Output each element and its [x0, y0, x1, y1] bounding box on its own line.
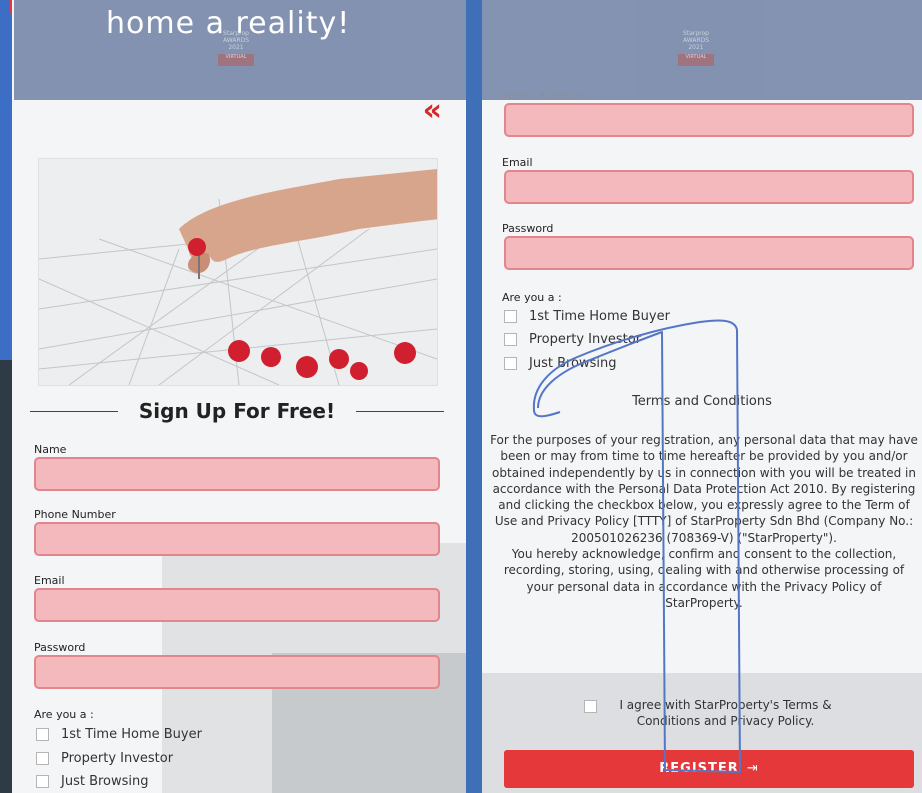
- phone-field[interactable]: [504, 103, 914, 137]
- password-field[interactable]: [34, 655, 440, 689]
- option-label: Property Investor: [529, 332, 642, 347]
- are-you-label: Are you a :: [34, 708, 94, 721]
- signup-panel-right: Starprop AWARDS 2021 VIRTUAL Phone Numbe…: [482, 0, 922, 793]
- agree-terms-row[interactable]: I agree with StarProperty's Terms & Cond…: [584, 697, 844, 729]
- agree-label: I agree with StarProperty's Terms & Cond…: [619, 698, 832, 728]
- promo-banner-left: home a reality! Starprop AWARDS 2021 VIR…: [14, 0, 466, 100]
- signup-panel-left: « Sign Up For Free! Name Phone Number Em…: [12, 0, 466, 793]
- awards-year: 2021: [228, 44, 244, 51]
- awards-logo: Starprop AWARDS 2021 VIRTUAL: [218, 30, 254, 66]
- email-field[interactable]: [504, 170, 914, 204]
- awards-line1: Starprop: [683, 30, 709, 37]
- name-label: Name: [34, 443, 67, 456]
- awards-line2: AWARDS: [222, 37, 250, 44]
- password-label: Password: [34, 641, 86, 654]
- register-label: REGISTER: [659, 761, 739, 776]
- phone-label: Phone Number: [34, 508, 116, 521]
- login-icon: ⇥: [746, 761, 759, 776]
- checkbox[interactable]: [504, 357, 517, 370]
- option-property-investor[interactable]: Property Investor: [36, 751, 173, 766]
- option-label: Property Investor: [61, 751, 174, 766]
- checkbox[interactable]: [36, 775, 49, 788]
- left-accent-bar: [0, 0, 12, 360]
- hero-image: [38, 158, 438, 386]
- password-field[interactable]: [504, 236, 914, 270]
- promo-banner-right: Starprop AWARDS 2021 VIRTUAL: [482, 0, 922, 100]
- terms-paragraph-1: For the purposes of your registration, a…: [490, 433, 918, 545]
- terms-title: Terms and Conditions: [632, 394, 772, 409]
- register-button[interactable]: REGISTER ⇥: [504, 750, 914, 788]
- checkbox[interactable]: [36, 728, 49, 741]
- option-label: Just Browsing: [529, 356, 617, 371]
- terms-body: For the purposes of your registration, a…: [490, 432, 918, 611]
- option-just-browsing[interactable]: Just Browsing: [36, 774, 149, 789]
- option-first-time-buyer[interactable]: 1st Time Home Buyer: [36, 727, 202, 742]
- awards-badge: VIRTUAL: [678, 54, 714, 66]
- option-label: 1st Time Home Buyer: [529, 309, 670, 324]
- phone-field[interactable]: [34, 522, 440, 556]
- email-field[interactable]: [34, 588, 440, 622]
- password-label: Password: [502, 222, 554, 235]
- name-field[interactable]: [34, 457, 440, 491]
- phone-label: Phone Number: [502, 90, 584, 103]
- map-pins-illustration: [39, 159, 437, 385]
- are-you-label: Are you a :: [502, 291, 562, 304]
- option-label: Just Browsing: [61, 774, 149, 789]
- email-label: Email: [34, 574, 65, 587]
- awards-line1: Starprop: [223, 30, 249, 37]
- option-property-investor[interactable]: Property Investor: [504, 332, 641, 347]
- option-label: 1st Time Home Buyer: [61, 727, 202, 742]
- awards-year: 2021: [688, 44, 704, 51]
- awards-badge: VIRTUAL: [218, 54, 254, 66]
- checkbox[interactable]: [504, 310, 517, 323]
- checkbox[interactable]: [504, 333, 517, 346]
- awards-logo: Starprop AWARDS 2021 VIRTUAL: [678, 30, 714, 66]
- heading-rule-right: [356, 411, 444, 412]
- terms-paragraph-2: You hereby acknowledge, confirm and cons…: [503, 547, 905, 610]
- option-first-time-buyer[interactable]: 1st Time Home Buyer: [504, 309, 670, 324]
- email-label: Email: [502, 156, 533, 169]
- signup-heading-row: Sign Up For Free!: [30, 396, 444, 426]
- awards-line2: AWARDS: [682, 37, 710, 44]
- checkbox[interactable]: [36, 752, 49, 765]
- panel-divider: [466, 0, 482, 793]
- option-just-browsing[interactable]: Just Browsing: [504, 356, 617, 371]
- agree-checkbox[interactable]: [584, 700, 597, 713]
